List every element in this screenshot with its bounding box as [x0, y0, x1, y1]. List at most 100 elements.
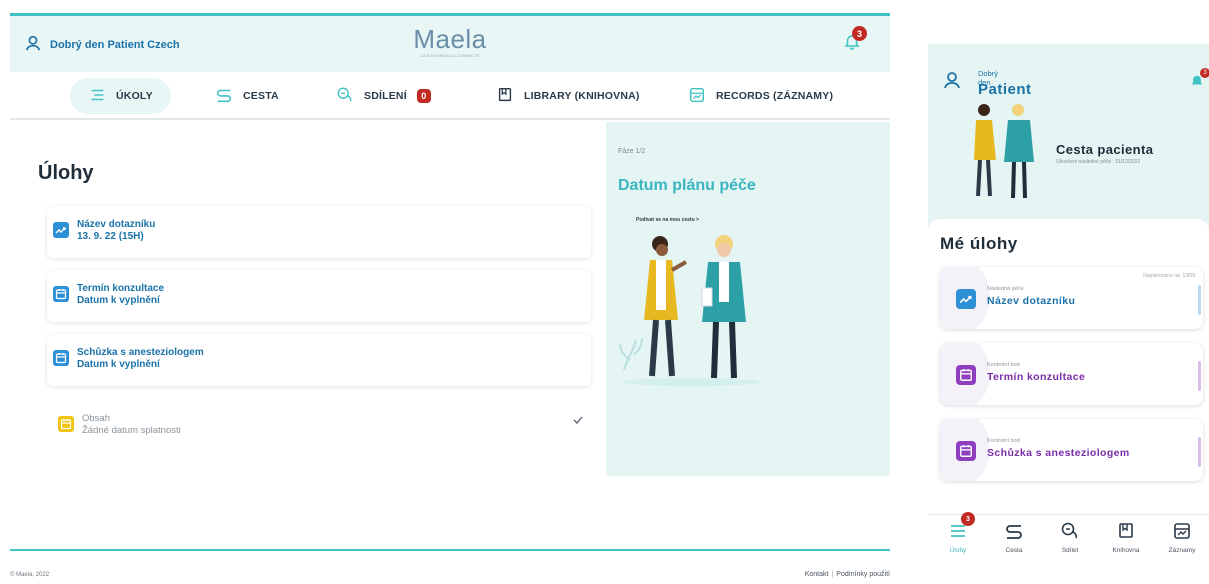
journey-link[interactable]: Podívat se na mou cestu >	[636, 217, 699, 223]
calendar-icon	[58, 416, 74, 432]
task-card[interactable]: Termín konzultace Datum k vyplnění	[47, 270, 591, 322]
card-accent	[1198, 285, 1201, 315]
user-icon	[24, 34, 42, 55]
tab-ulohy[interactable]: 3 Úlohy	[933, 512, 983, 554]
task-title: Název dotazníku	[987, 295, 1076, 307]
task-category: Kontrolní bod	[987, 438, 1020, 444]
task-title: Název dotazníku	[77, 219, 156, 230]
nav-label: LIBRARY (KNIHOVNA)	[524, 90, 640, 102]
terms-link[interactable]: Podmínky použití	[836, 571, 890, 578]
nav-tab-cesta[interactable]: CESTA	[215, 78, 279, 114]
patient-doctor-illustration	[619, 235, 761, 386]
nav-label: CESTA	[243, 90, 279, 102]
phase-label: Fáze 1/2	[618, 148, 646, 155]
nav-label: ÚKOLY	[116, 90, 153, 102]
logo-tagline: LA SUIVI MÉDICAL CONNECTÉ	[420, 53, 480, 58]
tab-label: Záznamy	[1168, 547, 1196, 554]
notification-button[interactable]: 3	[844, 26, 867, 56]
chat-icon	[336, 86, 354, 107]
notification-badge: 3	[1200, 68, 1209, 78]
sharing-badge: 0	[416, 89, 431, 103]
tab-label: Úlohy	[949, 547, 967, 554]
nav-tab-ukoly[interactable]: ÚKOLY	[70, 78, 171, 114]
records-icon	[1174, 523, 1190, 539]
path-icon	[215, 86, 233, 107]
nav-label: SDÍLENÍ	[364, 90, 407, 102]
task-date: 13. 9. 22 (15H)	[77, 231, 144, 242]
calendar-icon	[53, 286, 69, 302]
chat-icon	[1061, 522, 1078, 539]
task-category: Kontrolní bod	[987, 362, 1020, 368]
mobile-task-card[interactable]: Kontrolní bod Schůzka s anesteziologem	[940, 419, 1203, 481]
task-due: Naplánováno na: 13/09	[1143, 273, 1195, 279]
task-title: Obsah	[82, 413, 110, 424]
task-title: Termín konzultace	[77, 283, 165, 294]
tab-cesta[interactable]: Cesta	[989, 521, 1039, 554]
task-title: Schůzka s anesteziologem	[987, 447, 1130, 459]
card-accent	[1198, 437, 1201, 467]
contact-link[interactable]: Kontakt	[805, 571, 829, 578]
notification-badge: 3	[852, 26, 867, 41]
calendar-icon	[956, 441, 976, 461]
mobile-view: Dobrý den Patient 3 Cesta pacienta Ukonč…	[928, 44, 1209, 574]
mobile-header: Dobrý den Patient 3 Cesta pacienta Ukonč…	[928, 44, 1209, 229]
tab-sdilet[interactable]: Sdílet	[1045, 521, 1095, 554]
tab-knihovna[interactable]: Knihovna	[1101, 521, 1151, 554]
notification-button[interactable]: 3	[1190, 68, 1209, 94]
card-accent	[1198, 361, 1201, 391]
path-icon	[1006, 525, 1022, 539]
logo-text: Maela	[413, 24, 487, 54]
user-greeting[interactable]: Dobrý den Patient Czech	[24, 34, 180, 55]
journey-title[interactable]: Cesta pacienta	[1056, 142, 1153, 157]
completed-task[interactable]: Obsah Žádné datum splatnosti	[58, 412, 590, 442]
top-bar: Dobrý den Patient Czech Maela LA SUIVI M…	[10, 13, 890, 72]
tab-label: Cesta	[1005, 547, 1023, 554]
tasks-panel: Úlohy Název dotazníku 13. 9. 22 (15H) Te…	[10, 122, 606, 476]
patient-name: Patient	[978, 81, 1032, 98]
nav-tab-records[interactable]: RECORDS (ZÁZNAMY)	[688, 78, 833, 114]
chart-icon	[53, 222, 69, 238]
book-icon	[1119, 523, 1133, 538]
mobile-tab-bar: 3 Úlohy Cesta Sdílet Knihovna Záznamy	[928, 512, 1209, 574]
tasks-title: Mé úlohy	[940, 234, 1018, 253]
chart-icon	[956, 289, 976, 309]
task-title: Schůzka s anesteziologem	[77, 347, 204, 358]
records-icon	[688, 86, 706, 107]
copyright: © Maela, 2022	[10, 572, 50, 578]
task-card[interactable]: Schůzka s anesteziologem Datum k vyplněn…	[47, 334, 591, 386]
page-title: Úlohy	[38, 162, 94, 184]
footer-divider	[10, 549, 890, 551]
main-nav: ÚKOLY CESTA SDÍLENÍ 0 LIBRARY (KNIHOVNA)…	[10, 72, 890, 120]
tab-label: Knihovna	[1112, 547, 1140, 554]
nav-tab-sdileni[interactable]: SDÍLENÍ 0	[336, 78, 431, 114]
patient-doctor-illustration	[974, 104, 1034, 199]
footer-links: Kontakt | Podmínky použití	[805, 571, 890, 578]
mobile-task-card[interactable]: Naplánováno na: 13/09 Následná péče Náze…	[940, 267, 1203, 329]
mobile-greeting[interactable]: Dobrý den Patient	[942, 69, 1031, 98]
calendar-icon	[53, 350, 69, 366]
status-bar	[928, 44, 1209, 60]
task-category: Následná péče	[987, 286, 1024, 292]
tab-badge: 3	[961, 512, 975, 526]
link-separator: |	[831, 571, 834, 578]
check-icon	[573, 416, 583, 424]
mobile-task-card[interactable]: Kontrolní bod Termín konzultace	[940, 343, 1203, 405]
nav-label: RECORDS (ZÁZNAMY)	[716, 90, 834, 102]
book-icon	[496, 86, 514, 107]
task-date: Žádné datum splatnosti	[82, 425, 181, 436]
task-card[interactable]: Název dotazníku 13. 9. 22 (15H)	[47, 206, 591, 258]
logo[interactable]: Maela LA SUIVI MÉDICAL CONNECTÉ	[410, 24, 490, 58]
journey-end-date: Ukončení následné péče : 21/12/2022	[1056, 159, 1141, 165]
task-title: Termín konzultace	[987, 371, 1086, 383]
list-icon	[88, 86, 106, 107]
tab-zaznamy[interactable]: Záznamy	[1157, 521, 1207, 554]
task-date: Datum k vyplnění	[77, 295, 160, 306]
care-plan-title: Datum plánu péče	[618, 177, 756, 194]
tab-label: Sdílet	[1061, 547, 1079, 554]
task-date: Datum k vyplnění	[77, 359, 160, 370]
user-icon	[942, 72, 962, 94]
nav-tab-library[interactable]: LIBRARY (KNIHOVNA)	[496, 78, 640, 114]
greeting-text: Dobrý den Patient Czech	[50, 38, 180, 51]
care-plan-panel: Fáze 1/2 Datum plánu péče Podívat se na …	[606, 122, 890, 476]
desktop-view: Dobrý den Patient Czech Maela LA SUIVI M…	[10, 0, 890, 584]
